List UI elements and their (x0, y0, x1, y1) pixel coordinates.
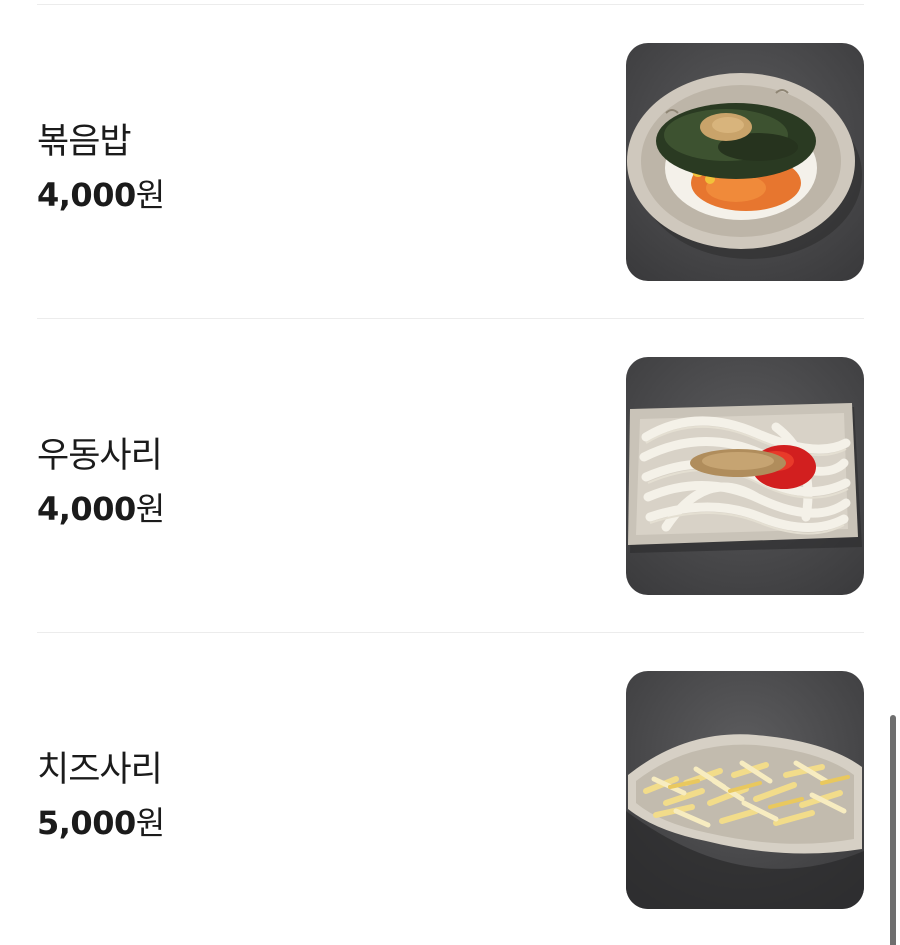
fried-rice-dish-icon (626, 43, 864, 281)
price-value: 4,000 (37, 490, 136, 528)
menu-item-udon[interactable]: 우동사리 4,000원 (0, 319, 900, 633)
menu-item-price: 4,000원 (37, 170, 165, 216)
udon-noodles-dish-icon (626, 357, 864, 595)
scrollbar[interactable] (887, 0, 897, 945)
price-currency: 원 (135, 176, 166, 214)
shredded-cheese-dish-icon (626, 671, 864, 909)
menu-item-price: 4,000원 (37, 484, 165, 530)
udon-photo[interactable] (626, 357, 864, 595)
menu-list-page: 볶음밥 4,000원 우동사리 4,000원 치즈사리 5,000원 (0, 0, 900, 945)
cheese-photo[interactable] (626, 671, 864, 909)
menu-item-name: 치즈사리 (37, 750, 163, 790)
menu-item-fried-rice[interactable]: 볶음밥 4,000원 (0, 5, 900, 319)
price-value: 5,000 (37, 804, 136, 842)
scrollbar-thumb[interactable] (890, 715, 896, 945)
price-currency: 원 (135, 804, 166, 842)
price-value: 4,000 (37, 176, 136, 214)
menu-item-name: 볶음밥 (37, 122, 132, 162)
fried-rice-photo[interactable] (626, 43, 864, 281)
menu-item-price: 5,000원 (37, 798, 165, 844)
menu-item-cheese[interactable]: 치즈사리 5,000원 (0, 633, 900, 945)
menu-item-name: 우동사리 (37, 436, 163, 476)
price-currency: 원 (135, 490, 166, 528)
